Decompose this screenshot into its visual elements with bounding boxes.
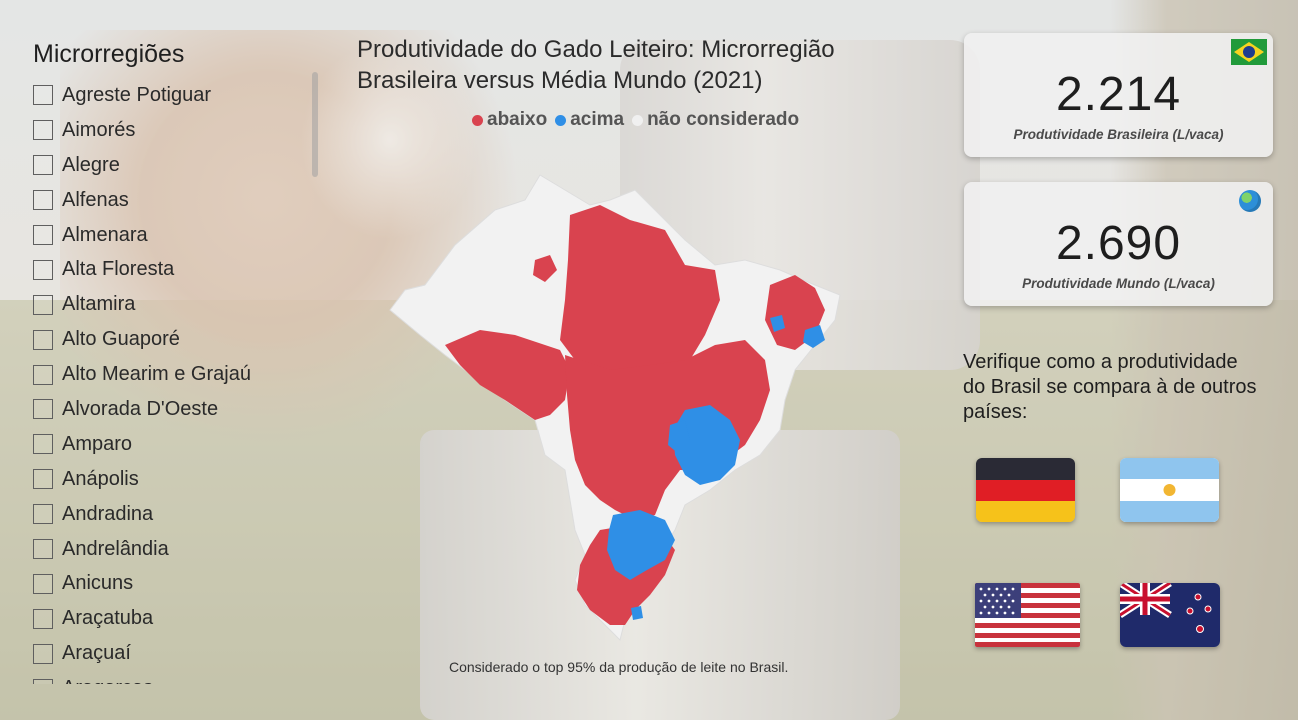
- slicer-item[interactable]: Anicuns: [33, 566, 323, 601]
- map-title: Produtividade do Gado Leiteiro: Microrre…: [357, 36, 835, 94]
- slicer-item-label: Aimorés: [62, 118, 136, 141]
- germany-flag-icon: [976, 458, 1075, 522]
- slicer-item[interactable]: Alto Mearim e Grajaú: [33, 357, 323, 392]
- legend-entry-below: abaixo: [472, 109, 547, 131]
- kpi-world-value: 2.690: [1055, 217, 1182, 270]
- argentina-flag-icon: [1120, 458, 1219, 522]
- checkbox[interactable]: [33, 294, 53, 315]
- slicer-item-label: Alvorada D'Oeste: [62, 397, 219, 420]
- checkbox[interactable]: [33, 504, 53, 525]
- brazil-flag-icon: [1231, 39, 1267, 65]
- legend-dot-not-considered: [632, 114, 644, 126]
- legend-dot-below: [472, 114, 483, 126]
- kpi-world-caption: Produtividade Mundo (L/vaca): [1022, 276, 1215, 291]
- checkbox[interactable]: [33, 190, 53, 211]
- slicer-item-label: Andrelândia: [62, 537, 169, 560]
- slicer-item-label: Alegre: [62, 153, 120, 176]
- slicer-item[interactable]: Altamira: [33, 287, 323, 322]
- checkbox[interactable]: [33, 259, 53, 280]
- slicer-item[interactable]: Andrelândia: [33, 532, 323, 567]
- slicer-item[interactable]: Alegre: [33, 148, 323, 183]
- slicer-item[interactable]: Alvorada D'Oeste: [33, 392, 323, 427]
- slicer-item[interactable]: Aragarças: [33, 671, 323, 684]
- slicer-item[interactable]: Andradina: [33, 497, 323, 532]
- slicer-item[interactable]: Anápolis: [33, 462, 323, 497]
- slicer-item-label: Aragarças: [62, 677, 153, 684]
- legend-label-below: abaixo: [487, 109, 548, 130]
- slicer-item-label: Altamira: [62, 293, 136, 316]
- checkbox[interactable]: [33, 120, 53, 141]
- usa-flag-button[interactable]: [975, 583, 1080, 647]
- checkbox[interactable]: [33, 85, 53, 106]
- slicer-title: Microrregiões: [33, 40, 185, 68]
- checkbox[interactable]: [33, 608, 53, 629]
- slicer-item[interactable]: Araçatuba: [33, 601, 323, 636]
- slicer-scrollbar[interactable]: [312, 72, 318, 177]
- argentina-flag-button[interactable]: [1120, 458, 1219, 522]
- legend-dot-above: [555, 114, 567, 126]
- checkbox[interactable]: [33, 469, 53, 490]
- checkbox[interactable]: [33, 539, 53, 560]
- slicer-item-label: Agreste Potiguar: [62, 83, 211, 106]
- kpi-brazil-value: 2.214: [1055, 68, 1182, 121]
- new-zealand-flag-button[interactable]: [1120, 583, 1220, 647]
- compare-instruction: Verifique como a produtividade do Brasil…: [963, 351, 1257, 423]
- slicer-item[interactable]: Almenara: [33, 218, 323, 253]
- checkbox[interactable]: [33, 678, 53, 684]
- map-footnote: Considerado o top 95% da produção de lei…: [449, 659, 789, 675]
- slicer-item-label: Alto Mearim e Grajaú: [62, 363, 251, 386]
- slicer-item-label: Alto Guaporé: [62, 328, 180, 351]
- map-region-above-south-small[interactable]: [631, 606, 643, 620]
- slicer-list: Agreste Potiguar Aimorés Alegre Alfenas Alme…: [33, 78, 323, 684]
- usa-flag-icon: [975, 583, 1080, 647]
- kpi-card-world: 2.690 Produtividade Mundo (L/vaca): [964, 182, 1273, 306]
- microregion-slicer: Microrregiões Agreste Potiguar Aimorés Ale…: [33, 38, 323, 684]
- kpi-brazil-caption: Produtividade Brasileira (L/vaca): [1013, 127, 1224, 142]
- slicer-item-label: Anápolis: [62, 467, 139, 490]
- checkbox[interactable]: [33, 329, 53, 350]
- slicer-item[interactable]: Araçuaí: [33, 636, 323, 671]
- legend-entry-above: acima: [555, 109, 624, 131]
- slicer-item-label: Alta Floresta: [62, 258, 175, 281]
- checkbox[interactable]: [33, 399, 53, 420]
- slicer-item[interactable]: Amparo: [33, 427, 323, 462]
- slicer-item-label: Alfenas: [62, 188, 129, 211]
- slicer-item[interactable]: Alto Guaporé: [33, 322, 323, 357]
- legend-label-not-considered: não considerado: [647, 109, 800, 130]
- legend-entry-not-considered: não considerado: [632, 109, 799, 131]
- checkbox[interactable]: [33, 155, 53, 176]
- slicer-item[interactable]: Agreste Potiguar: [33, 78, 323, 113]
- checkbox[interactable]: [33, 643, 53, 664]
- checkbox[interactable]: [33, 573, 53, 594]
- globe-icon: [1239, 190, 1261, 212]
- slicer-item-label: Almenara: [62, 223, 148, 246]
- map-legend: abaixo acima não considerado: [472, 109, 807, 131]
- checkbox[interactable]: [33, 434, 53, 455]
- slicer-item-label: Amparo: [62, 432, 133, 455]
- checkbox[interactable]: [33, 225, 53, 245]
- slicer-item[interactable]: Aimorés: [33, 113, 323, 148]
- slicer-item[interactable]: Alfenas: [33, 183, 323, 218]
- slicer-item-label: Araçuaí: [62, 642, 131, 665]
- kpi-card-brazil: 2.214 Produtividade Brasileira (L/vaca): [964, 33, 1273, 157]
- slicer-item-label: Andradina: [62, 502, 154, 525]
- legend-label-above: acima: [570, 109, 625, 130]
- brazil-microregion-map[interactable]: [385, 170, 855, 650]
- checkbox[interactable]: [33, 364, 53, 385]
- slicer-item-label: Anicuns: [62, 572, 134, 595]
- germany-flag-button[interactable]: [976, 458, 1075, 522]
- slicer-item[interactable]: Alta Floresta: [33, 252, 323, 287]
- new-zealand-flag-icon: [1120, 583, 1220, 647]
- slicer-item-label: Araçatuba: [62, 607, 154, 630]
